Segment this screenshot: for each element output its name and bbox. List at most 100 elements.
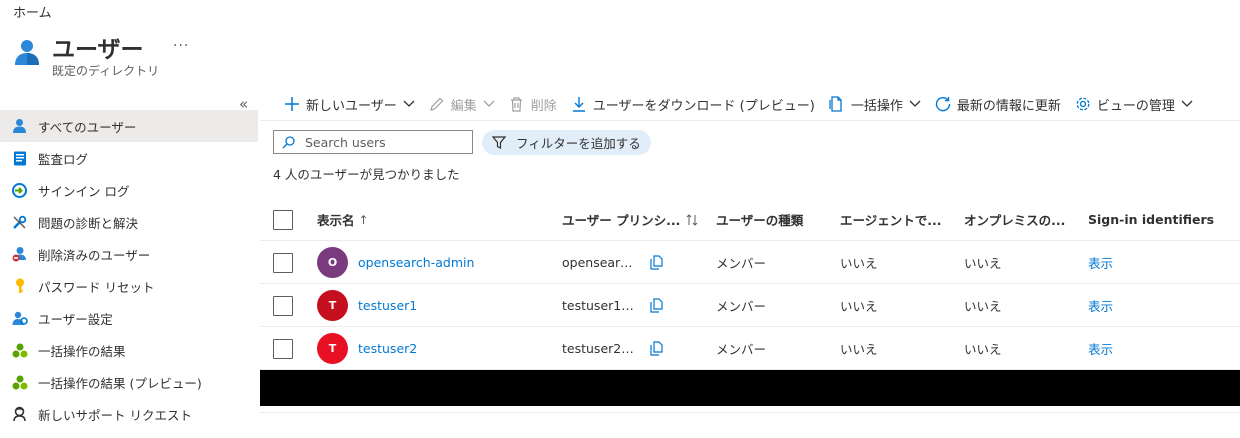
delete-label: 削除 bbox=[530, 98, 557, 114]
users-icon bbox=[15, 40, 39, 65]
gear-icon bbox=[1075, 96, 1091, 112]
chevron-down-icon bbox=[909, 100, 921, 108]
upn-value: testuser2@... bbox=[562, 341, 634, 356]
result-count: 4 人のユーザーが見つかりました bbox=[273, 167, 460, 182]
chevron-down-icon bbox=[483, 100, 495, 108]
manage-view-label: ビューの管理 bbox=[1096, 98, 1175, 114]
refresh-button[interactable]: 最新の情報に更新 bbox=[935, 95, 1061, 114]
show-sign-in-identifiers-link[interactable]: 表示 bbox=[1088, 296, 1113, 315]
manage-view-button[interactable]: ビューの管理 bbox=[1075, 95, 1193, 114]
upn-value: opensearc... bbox=[562, 255, 634, 270]
on-premises-value: いいえ bbox=[964, 342, 1002, 357]
column-header-label: ユーザー プリンシ... bbox=[562, 213, 681, 228]
show-sign-in-identifiers-link[interactable]: 表示 bbox=[1088, 253, 1113, 272]
table-row[interactable]: O opensearch-admin opensearc... メンバー いいえ… bbox=[260, 241, 1240, 284]
sidebar-item-password-reset[interactable]: パスワード リセット bbox=[0, 270, 258, 302]
copy-icon[interactable] bbox=[650, 255, 663, 270]
show-sign-in-identifiers-link[interactable]: 表示 bbox=[1088, 339, 1113, 358]
audit-log-icon bbox=[11, 150, 28, 167]
sidebar-item-audit-logs[interactable]: 監査ログ bbox=[0, 142, 258, 174]
bulk-results-icon bbox=[11, 342, 28, 359]
table-header-row: 表示名 ↑ ユーザー プリンシ... ユーザーの種類 エージェントで... オン… bbox=[260, 198, 1240, 241]
avatar: O bbox=[317, 247, 348, 278]
column-header-sign-in-identifiers[interactable]: Sign-in identifiers bbox=[1088, 198, 1238, 241]
user-settings-icon bbox=[11, 310, 28, 327]
sort-icon bbox=[686, 213, 698, 226]
select-all-checkbox[interactable] bbox=[273, 209, 293, 230]
add-filter-button[interactable]: フィルターを追加する bbox=[482, 130, 651, 155]
agent-value: いいえ bbox=[840, 299, 878, 314]
user-type-value: メンバー bbox=[716, 256, 767, 271]
column-header-user-type[interactable]: ユーザーの種類 bbox=[716, 198, 836, 241]
sidebar-item-label: 一括操作の結果 (プレビュー) bbox=[38, 375, 202, 391]
users-table: 表示名 ↑ ユーザー プリンシ... ユーザーの種類 エージェントで... オン… bbox=[260, 198, 1240, 370]
download-users-button[interactable]: ユーザーをダウンロード (プレビュー) bbox=[571, 95, 815, 114]
more-options-button[interactable]: ... bbox=[173, 34, 189, 50]
sidebar-item-user-settings[interactable]: ユーザー設定 bbox=[0, 302, 258, 334]
redacted-row bbox=[260, 370, 1240, 406]
row-checkbox[interactable] bbox=[273, 338, 293, 359]
sidebar-item-label: サインイン ログ bbox=[38, 183, 130, 199]
page-title: ユーザー bbox=[52, 37, 144, 63]
on-premises-value: いいえ bbox=[964, 256, 1002, 271]
deleted-user-icon bbox=[11, 246, 28, 263]
row-checkbox[interactable] bbox=[273, 295, 293, 316]
sidebar-item-label: 監査ログ bbox=[38, 151, 89, 167]
user-type-value: メンバー bbox=[716, 299, 767, 314]
user-name-link[interactable]: opensearch-admin bbox=[358, 255, 474, 270]
sidebar-item-label: 削除済みのユーザー bbox=[38, 247, 151, 263]
row-checkbox[interactable] bbox=[273, 252, 293, 273]
search-box[interactable] bbox=[273, 130, 473, 154]
edit-button[interactable]: 編集 bbox=[429, 95, 495, 114]
sidebar-item-support-request[interactable]: 新しいサポート リクエスト bbox=[0, 398, 258, 430]
filter-icon bbox=[492, 136, 506, 149]
sidebar-item-diagnose[interactable]: 問題の診断と解決 bbox=[0, 206, 258, 238]
add-filter-label: フィルターを追加する bbox=[516, 136, 641, 151]
pencil-icon bbox=[429, 96, 445, 112]
new-user-button[interactable]: 新しいユーザー bbox=[284, 95, 415, 114]
bulk-operations-icon bbox=[829, 96, 845, 112]
sidebar-item-label: ユーザー設定 bbox=[38, 311, 113, 327]
column-header-agent[interactable]: エージェントで... bbox=[840, 198, 960, 241]
copy-icon[interactable] bbox=[650, 341, 663, 356]
wrench-icon bbox=[11, 214, 28, 231]
delete-button[interactable]: 削除 bbox=[509, 95, 557, 114]
sort-ascending-icon: ↑ bbox=[358, 212, 369, 227]
on-premises-value: いいえ bbox=[964, 299, 1002, 314]
user-icon bbox=[11, 118, 28, 135]
key-icon bbox=[11, 278, 28, 295]
user-name-link[interactable]: testuser2 bbox=[358, 341, 417, 356]
table-row[interactable]: T testuser1 testuser1@... メンバー いいえ いいえ 表… bbox=[260, 284, 1240, 327]
agent-value: いいえ bbox=[840, 342, 878, 357]
plus-icon bbox=[284, 96, 300, 112]
sidebar-item-sign-in-logs[interactable]: サインイン ログ bbox=[0, 174, 258, 206]
sidebar: すべてのユーザー 監査ログ サインイン ログ 問題の診断と解決 削除済みのユーザ… bbox=[0, 110, 258, 430]
download-icon bbox=[571, 96, 587, 112]
copy-icon[interactable] bbox=[650, 298, 663, 313]
support-icon bbox=[11, 406, 28, 423]
sidebar-item-deleted-users[interactable]: 削除済みのユーザー bbox=[0, 238, 258, 270]
bulk-operations-button[interactable]: 一括操作 bbox=[829, 95, 921, 114]
column-header-upn[interactable]: ユーザー プリンシ... bbox=[562, 198, 712, 241]
sidebar-item-bulk-results[interactable]: 一括操作の結果 bbox=[0, 334, 258, 366]
chevron-down-icon bbox=[403, 100, 415, 108]
toolbar-divider bbox=[260, 120, 1240, 121]
bulk-results-icon bbox=[11, 374, 28, 391]
sidebar-item-bulk-results-preview[interactable]: 一括操作の結果 (プレビュー) bbox=[0, 366, 258, 398]
column-header-on-premises[interactable]: オンプレミスの... bbox=[964, 198, 1084, 241]
search-input[interactable] bbox=[305, 134, 465, 150]
column-header-label: 表示名 bbox=[317, 213, 355, 228]
upn-value: testuser1@... bbox=[562, 298, 634, 313]
column-header-display-name[interactable]: 表示名 ↑ bbox=[317, 198, 557, 241]
refresh-icon bbox=[935, 96, 951, 112]
sidebar-item-label: すべてのユーザー bbox=[38, 119, 137, 135]
sidebar-item-label: 一括操作の結果 bbox=[38, 343, 126, 359]
chevron-down-icon bbox=[1181, 100, 1193, 108]
refresh-label: 最新の情報に更新 bbox=[956, 98, 1061, 114]
sidebar-item-all-users[interactable]: すべてのユーザー bbox=[0, 110, 258, 142]
user-name-link[interactable]: testuser1 bbox=[358, 298, 417, 313]
table-row[interactable]: T testuser2 testuser2@... メンバー いいえ いいえ 表… bbox=[260, 327, 1240, 370]
user-type-value: メンバー bbox=[716, 342, 767, 357]
breadcrumb[interactable]: ホーム bbox=[13, 2, 52, 21]
table-bottom-divider bbox=[260, 412, 1240, 413]
